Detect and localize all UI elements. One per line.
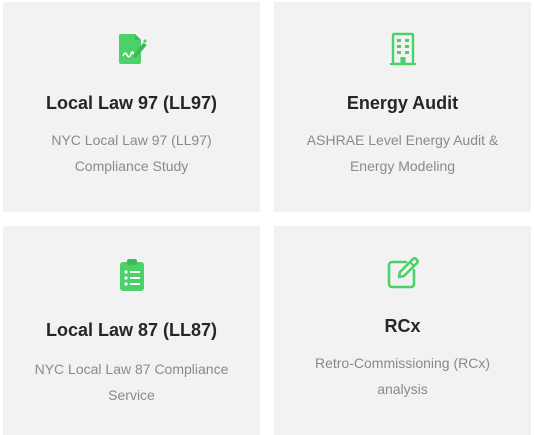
service-card-ll97[interactable]: Local Law 97 (LL97) NYC Local Law 97 (LL… xyxy=(3,2,260,212)
card-description-line: Compliance Study xyxy=(74,158,189,174)
card-description: NYC Local Law 97 (LL97) Compliance Study xyxy=(19,127,244,179)
service-card-ll87[interactable]: Local Law 87 (LL87) NYC Local Law 87 Com… xyxy=(3,226,260,435)
card-title: Local Law 97 (LL97) xyxy=(45,93,218,113)
card-description-line: NYC Local Law 97 (LL97) xyxy=(51,132,212,148)
card-description-line: Service xyxy=(108,387,155,403)
card-description-line: analysis xyxy=(377,381,428,397)
building-icon xyxy=(386,32,420,66)
card-description: ASHRAE Level Energy Audit & Energy Model… xyxy=(290,127,515,179)
card-title: Local Law 87 (LL87) xyxy=(45,320,218,340)
card-description-line: ASHRAE Level Energy Audit & xyxy=(306,132,499,148)
card-description-line: Retro-Commissioning (RCx) xyxy=(314,355,491,371)
service-card-energy-audit[interactable]: Energy Audit ASHRAE Level Energy Audit &… xyxy=(274,2,531,212)
services-grid: Local Law 97 (LL97) NYC Local Law 97 (LL… xyxy=(0,0,534,435)
card-description-line: NYC Local Law 87 Compliance xyxy=(34,361,229,377)
card-description: Retro-Commissioning (RCx) analysis xyxy=(290,350,515,402)
service-card-rcx[interactable]: RCx Retro-Commissioning (RCx) analysis xyxy=(274,226,531,435)
document-signature-icon xyxy=(115,32,149,66)
card-description: NYC Local Law 87 Compliance Service xyxy=(19,356,244,408)
clipboard-list-icon xyxy=(115,258,149,292)
card-description-line: Energy Modeling xyxy=(349,158,456,174)
edit-icon xyxy=(386,256,420,290)
card-title: RCx xyxy=(384,316,421,336)
card-title: Energy Audit xyxy=(346,93,459,113)
